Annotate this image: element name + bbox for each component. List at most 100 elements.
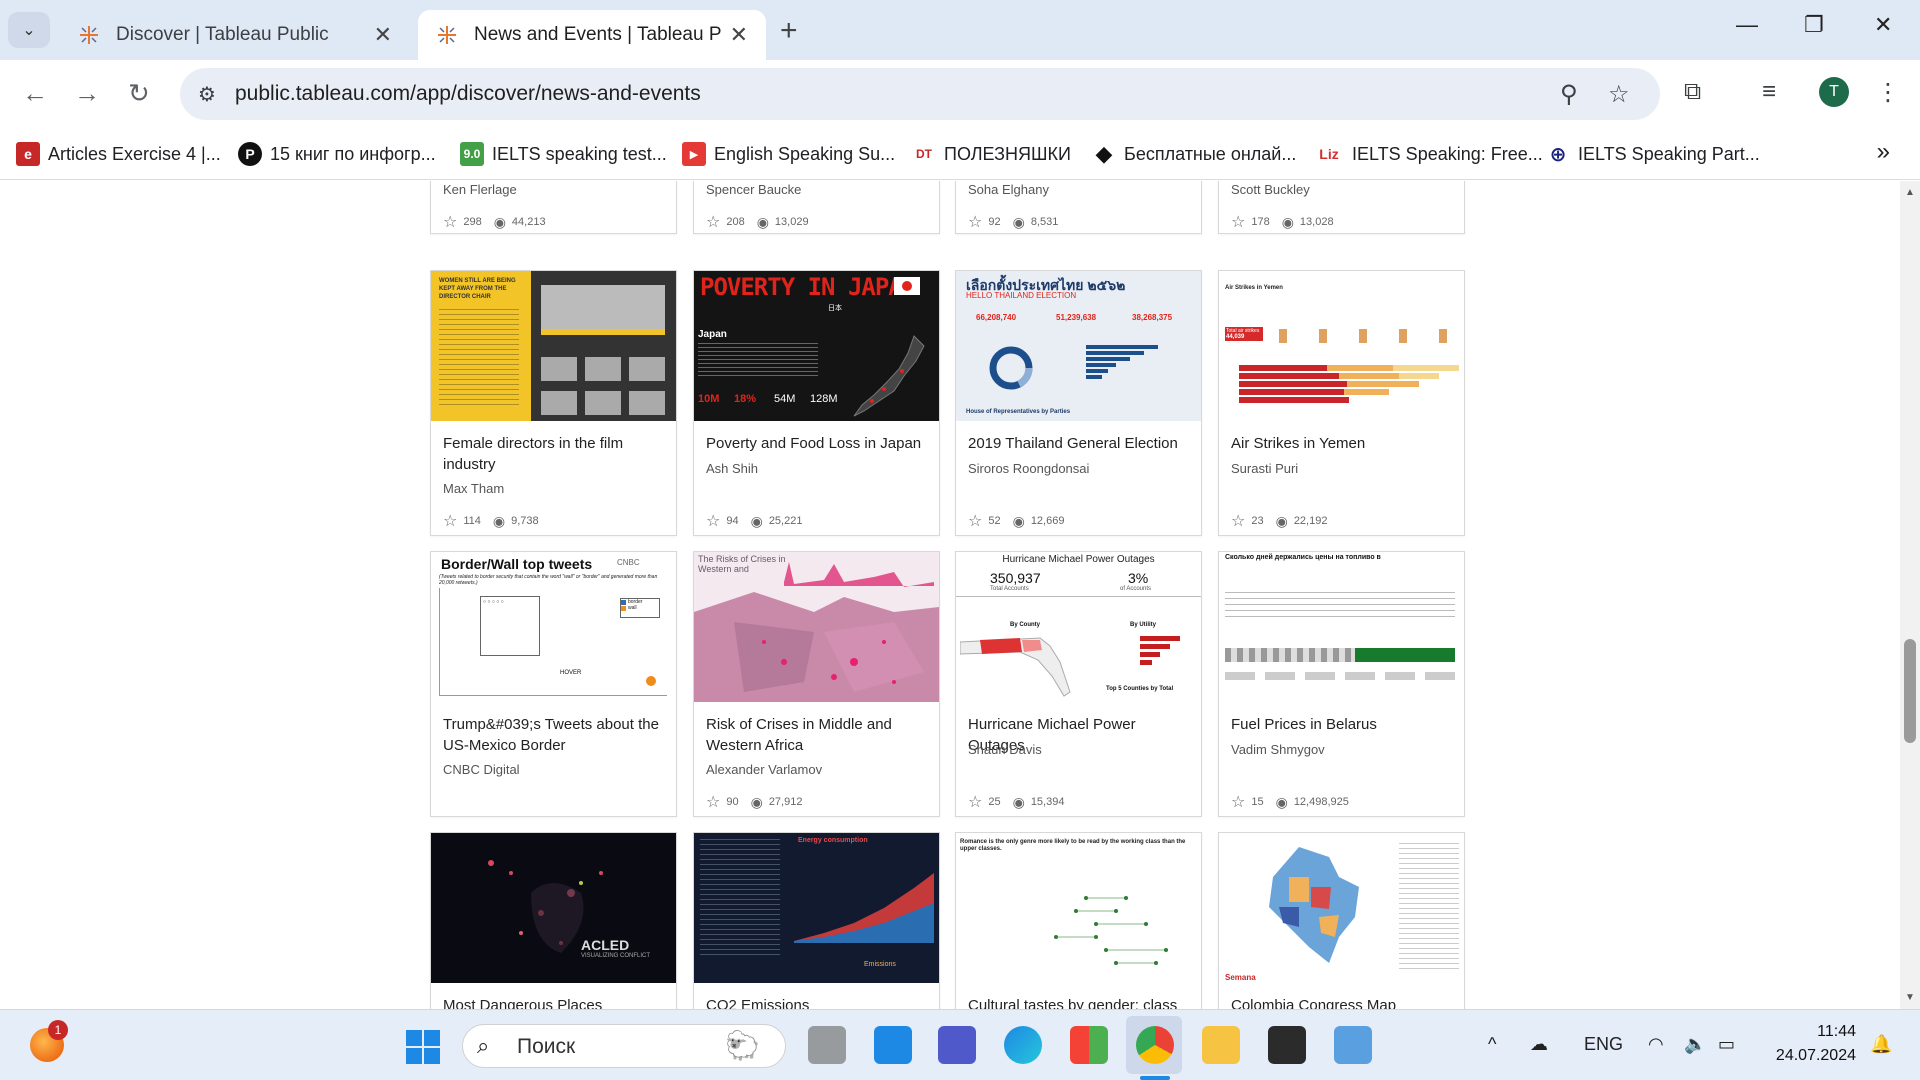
card-title[interactable]: Colombia Congress Map (1231, 995, 1456, 1009)
clock[interactable]: 11:44 24.07.2024 (1760, 1020, 1856, 1068)
card-title[interactable]: Female directors in the film industry (443, 433, 668, 475)
zoom-icon[interactable]: ⚲ (1560, 80, 1578, 109)
bookmark-item[interactable]: 9.0 IELTS speaking test... (460, 140, 667, 168)
minimize-icon[interactable]: — (1736, 12, 1758, 38)
card-author[interactable]: Ash Shih (706, 461, 758, 476)
star-icon[interactable]: ☆ (1231, 511, 1245, 531)
star-icon[interactable]: ☆ (1231, 792, 1245, 812)
tab-discover[interactable]: Discover | Tableau Public ✕ (60, 10, 410, 60)
file-explorer-icon[interactable] (1202, 1026, 1240, 1064)
forward-icon[interactable]: → (74, 78, 100, 109)
viz-thumbnail[interactable]: WOMEN STILL ARE BEING KEPT AWAY FROM THE… (431, 271, 676, 421)
extensions-icon[interactable]: ⧉ (1684, 78, 1701, 106)
card-author[interactable]: CNBC Digital (443, 762, 520, 777)
task-view-icon[interactable] (808, 1026, 846, 1064)
close-window-icon[interactable]: ✕ (1874, 12, 1892, 38)
viz-card-thailand-election[interactable]: เลือกตั้งประเทศไทย ๒๕๖๒ HELLO THAILAND E… (955, 270, 1202, 536)
close-icon[interactable]: ✕ (730, 22, 748, 48)
viz-thumbnail[interactable]: Hurricane Michael Power Outages 350,937 … (956, 552, 1201, 702)
card-author[interactable]: Spencer Baucke (706, 182, 801, 197)
tableau-app-icon[interactable] (1334, 1026, 1372, 1064)
card-author[interactable]: Siroros Roongdonsai (968, 461, 1089, 476)
tab-news-and-events[interactable]: News and Events | Tableau Public ✕ (418, 10, 766, 60)
card-title[interactable]: CO2 Emissions (706, 995, 931, 1009)
media-control-icon[interactable]: ≡ (1762, 78, 1776, 106)
more-bookmarks-icon[interactable]: » (1877, 138, 1890, 166)
scrollbar-thumb[interactable] (1904, 639, 1916, 743)
card-author[interactable]: Shaun Davis (968, 742, 1042, 757)
scrollbar[interactable]: ▲ ▼ (1900, 181, 1920, 1009)
restore-icon[interactable]: ❐ (1804, 12, 1824, 38)
wifi-icon[interactable]: ◠ (1648, 1034, 1664, 1055)
card-title[interactable]: Poverty and Food Loss in Japan (706, 433, 931, 454)
card-author[interactable]: Max Tham (443, 481, 504, 496)
card-title[interactable]: 2019 Thailand General Election (968, 433, 1193, 454)
card-author[interactable]: Vadim Shmygov (1231, 742, 1325, 757)
card-author[interactable]: Alexander Varlamov (706, 762, 822, 777)
card-title[interactable]: Cultural tastes by gender: class (968, 995, 1193, 1009)
card-title[interactable]: Most Dangerous Places (443, 995, 668, 1009)
viz-thumbnail[interactable]: POVERTY IN JAPAN 日本 Japan 10M 18% 54M 12… (694, 271, 939, 421)
viz-card[interactable]: Ken Flerlage ☆ 298 ◉ 44,213 (430, 181, 677, 234)
star-icon[interactable]: ☆ (443, 212, 457, 232)
new-tab-button[interactable]: + (780, 14, 798, 48)
avatar[interactable]: T (1819, 77, 1849, 107)
card-author[interactable]: Scott Buckley (1231, 182, 1310, 197)
reload-icon[interactable]: ↻ (128, 78, 150, 109)
bookmark-item[interactable]: ⊕ IELTS Speaking Part... (1546, 140, 1760, 168)
card-author[interactable]: Surasti Puri (1231, 461, 1298, 476)
viz-card[interactable]: Soha Elghany ☆ 92 ◉ 8,531 (955, 181, 1202, 234)
star-icon[interactable]: ☆ (706, 212, 720, 232)
bookmark-item[interactable]: DT ПОЛЕЗНЯШКИ (912, 140, 1071, 168)
card-title[interactable]: Air Strikes in Yemen (1231, 433, 1456, 454)
card-author[interactable]: Soha Elghany (968, 182, 1049, 197)
card-title[interactable]: Trump&#039;s Tweets about the US-Mexico … (443, 714, 668, 756)
card-title[interactable]: Risk of Crises in Middle and Western Afr… (706, 714, 931, 756)
viz-card-crisis-africa[interactable]: The Risks of Crises in Western and Risk … (693, 551, 940, 817)
viz-card-female-directors[interactable]: WOMEN STILL ARE BEING KEPT AWAY FROM THE… (430, 270, 677, 536)
viz-card[interactable]: Scott Buckley ☆ 178 ◉ 13,028 (1218, 181, 1465, 234)
viz-card-colombia[interactable]: Semana Colombia Congress Map (1218, 832, 1465, 1009)
viz-thumbnail[interactable]: ACLED VISUALIZING CONFLICT (431, 833, 676, 983)
site-settings-icon[interactable]: ⚙ (198, 82, 216, 107)
viz-thumbnail[interactable]: Semana (1219, 833, 1464, 983)
chevron-up-icon[interactable]: ^ (1488, 1034, 1496, 1055)
onedrive-icon[interactable]: ☁ (1530, 1034, 1548, 1055)
viz-thumbnail[interactable]: The Risks of Crises in Western and (694, 552, 939, 702)
viz-card-cultural-tastes[interactable]: Romance is the only genre more likely to… (955, 832, 1202, 1009)
address-bar[interactable]: ⚙ public.tableau.com/app/discover/news-a… (180, 68, 1660, 120)
bookmark-item[interactable]: ▶ English Speaking Su... (682, 140, 895, 168)
tab-search-button[interactable]: ⌄ (8, 12, 50, 48)
card-title[interactable]: Fuel Prices in Belarus (1231, 714, 1456, 735)
viz-card-belarus[interactable]: Сколько дней держались цены на топливо в… (1218, 551, 1465, 817)
viz-thumbnail[interactable]: Air Strikes in Yemen Total air strikes 44… (1219, 271, 1464, 421)
viz-card-acled[interactable]: ACLED VISUALIZING CONFLICT Most Dangerou… (430, 832, 677, 1009)
star-icon[interactable]: ☆ (1231, 212, 1245, 232)
url-text[interactable]: public.tableau.com/app/discover/news-and… (235, 82, 701, 106)
viz-card-border-wall[interactable]: Border/Wall top tweets CNBC (Tweets rela… (430, 551, 677, 817)
viz-card-poverty-japan[interactable]: POVERTY IN JAPAN 日本 Japan 10M 18% 54M 12… (693, 270, 940, 536)
viz-thumbnail[interactable]: Сколько дней держались цены на топливо в (1219, 552, 1464, 702)
battery-icon[interactable]: ▭ (1718, 1034, 1735, 1055)
language-indicator[interactable]: ENG (1584, 1034, 1623, 1055)
menu-icon[interactable]: ⋮ (1876, 78, 1900, 107)
back-icon[interactable]: ← (22, 78, 48, 109)
star-icon[interactable]: ☆ (443, 511, 457, 531)
viz-thumbnail[interactable]: Romance is the only genre more likely to… (956, 833, 1201, 983)
scroll-down-icon[interactable]: ▼ (1905, 992, 1915, 1003)
card-author[interactable]: Ken Flerlage (443, 182, 517, 197)
mail-icon[interactable] (874, 1026, 912, 1064)
star-icon[interactable]: ☆ (706, 792, 720, 812)
taskbar-search[interactable]: ⌕ Поиск 🐑 (462, 1024, 786, 1068)
start-icon[interactable] (406, 1030, 440, 1064)
scroll-up-icon[interactable]: ▲ (1905, 187, 1915, 198)
viz-card-yemen[interactable]: Air Strikes in Yemen Total air strikes 44… (1218, 270, 1465, 536)
viz-thumbnail[interactable]: เลือกตั้งประเทศไทย ๒๕๖๒ HELLO THAILAND E… (956, 271, 1201, 421)
viz-thumbnail[interactable]: Energy consumption Emissions (694, 833, 939, 983)
viz-card-co2[interactable]: Energy consumption Emissions CO2 Emissio… (693, 832, 940, 1009)
viz-thumbnail[interactable]: Border/Wall top tweets CNBC (Tweets rela… (431, 552, 676, 702)
bookmark-star-icon[interactable]: ☆ (1608, 80, 1630, 109)
star-icon[interactable]: ☆ (968, 212, 982, 232)
edge-icon[interactable] (1004, 1026, 1042, 1064)
viz-card[interactable]: Spencer Baucke ☆ 208 ◉ 13,029 (693, 181, 940, 234)
